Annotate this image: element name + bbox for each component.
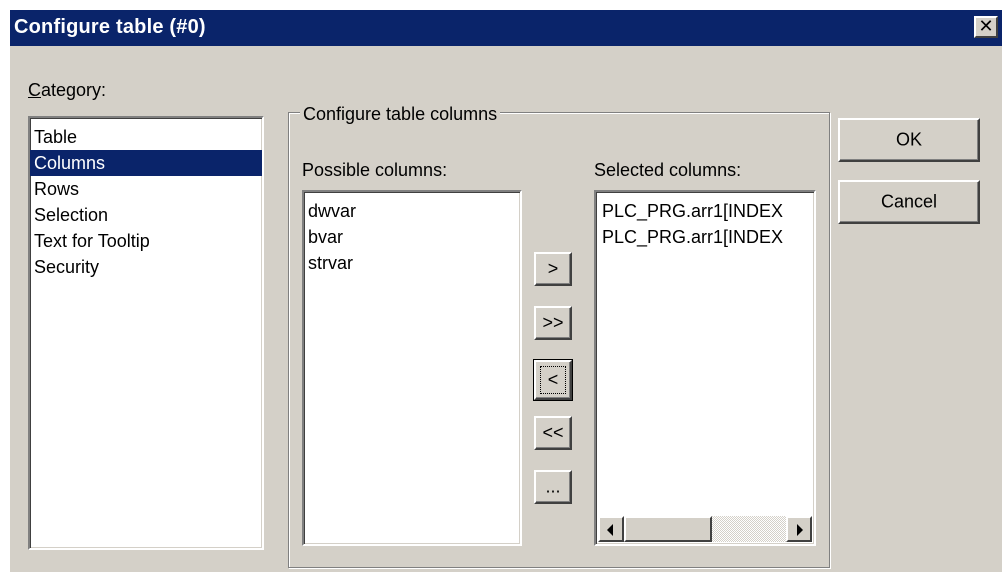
category-list-item[interactable]: Columns	[30, 150, 262, 176]
ok-label: OK	[895, 129, 922, 150]
selected-column-item[interactable]: PLC_PRG.arr1[INDEX	[598, 198, 812, 224]
scrollbar-thumb[interactable]	[624, 516, 712, 542]
cancel-label: Cancel	[880, 191, 938, 212]
remove-column-button[interactable]: <	[533, 359, 573, 401]
scroll-right-arrow-icon	[797, 524, 803, 536]
category-list-item[interactable]: Selection	[30, 202, 262, 228]
possible-columns-list[interactable]: dwvar bvar strvar	[302, 190, 522, 546]
close-button[interactable]: ✕	[974, 16, 998, 38]
category-list-item[interactable]: Security	[30, 254, 262, 280]
scroll-left-arrow-icon	[607, 524, 613, 536]
possible-column-item[interactable]: bvar	[304, 224, 520, 250]
category-label: Category:	[28, 80, 106, 101]
category-label-accel: C	[28, 80, 41, 100]
configure-columns-group-title: Configure table columns	[300, 104, 501, 125]
remove-all-columns-button[interactable]: <<	[534, 416, 572, 450]
ok-button[interactable]: OK	[838, 118, 980, 162]
possible-column-item[interactable]: strvar	[304, 250, 520, 276]
close-icon: ✕	[978, 16, 994, 36]
scroll-right-button[interactable]	[786, 516, 812, 542]
remove-all-columns-label: <<	[542, 422, 564, 443]
add-all-columns-button[interactable]: >>	[534, 306, 572, 340]
add-column-button[interactable]: >	[534, 252, 572, 286]
configure-table-dialog: Configure table (#0) ✕ Category: Table Co…	[8, 8, 1002, 572]
selected-columns-items: PLC_PRG.arr1[INDEX PLC_PRG.arr1[INDEX	[598, 198, 812, 514]
more-options-button[interactable]: ...	[534, 470, 572, 504]
selected-column-item[interactable]: PLC_PRG.arr1[INDEX	[598, 224, 812, 250]
selected-columns-label: Selected columns:	[594, 160, 742, 180]
scroll-left-button[interactable]	[598, 516, 624, 542]
remove-column-label: <	[547, 369, 559, 390]
category-list-item[interactable]: Text for Tooltip	[30, 228, 262, 254]
horizontal-scrollbar[interactable]	[598, 516, 812, 542]
more-options-label: ...	[545, 476, 561, 497]
possible-column-item[interactable]: dwvar	[304, 198, 520, 224]
title-bar[interactable]: Configure table (#0) ✕	[10, 10, 1002, 46]
window-title: Configure table (#0)	[14, 16, 206, 38]
cancel-button[interactable]: Cancel	[838, 180, 980, 224]
selected-columns-list[interactable]: PLC_PRG.arr1[INDEX PLC_PRG.arr1[INDEX	[594, 190, 816, 546]
add-column-label: >	[547, 258, 559, 279]
category-list[interactable]: Table Columns Rows Selection Text for Toolti…	[28, 116, 264, 550]
category-list-item[interactable]: Table	[30, 124, 262, 150]
add-all-columns-label: >>	[542, 312, 564, 333]
possible-columns-label: Possible columns:	[302, 160, 448, 180]
category-list-item[interactable]: Rows	[30, 176, 262, 202]
category-label-rest: ategory:	[41, 80, 107, 100]
